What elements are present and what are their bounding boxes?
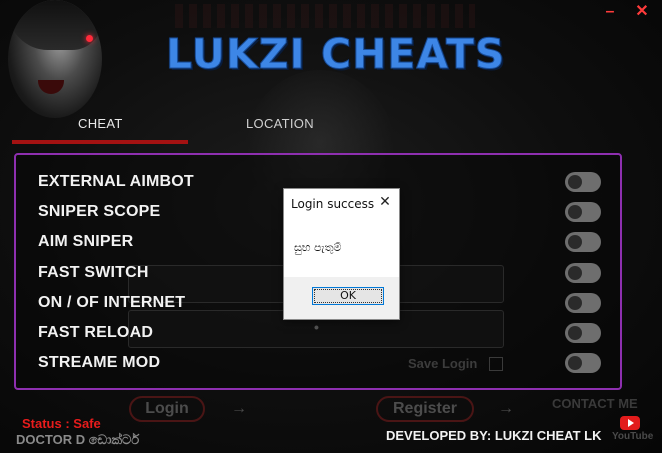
toggle-knob — [568, 266, 582, 280]
toggle-knob — [568, 205, 582, 219]
dialog-close-icon[interactable]: ✕ — [375, 192, 395, 212]
toggle-knob — [568, 296, 582, 310]
cheat-label-internet: ON / OF INTERNET — [38, 294, 186, 311]
save-login-label: Save Login — [408, 356, 478, 371]
dialog-footer: OK — [284, 277, 399, 319]
toggle-streame-mod[interactable] — [565, 353, 601, 373]
dialog-title: Login success — [291, 197, 375, 211]
avatar-mouth — [38, 80, 64, 94]
login-arrow-icon: → — [231, 400, 247, 417]
toggle-sniper-scope[interactable] — [565, 202, 601, 222]
toggle-fast-reload[interactable] — [565, 323, 601, 343]
doctor-text: DOCTOR D ඩොක්ටර් — [16, 432, 140, 447]
dialog-message: සුභ පැතුම් — [294, 241, 342, 254]
cheat-label-external-aimbot: EXTERNAL AIMBOT — [38, 173, 194, 190]
minimize-button[interactable]: – — [600, 2, 620, 22]
cheat-label-sniper-scope: SNIPER SCOPE — [38, 203, 161, 220]
login-button[interactable]: Login — [129, 396, 205, 422]
tab-cheat[interactable]: CHEAT — [78, 116, 123, 131]
toggle-knob — [568, 175, 582, 189]
tab-location[interactable]: LOCATION — [246, 116, 314, 131]
avatar-eye — [86, 35, 93, 42]
app-window: LUKZI CHEATS – ✕ CHEAT LOCATION • Save L… — [0, 0, 662, 453]
cheat-label-fast-reload: FAST RELOAD — [38, 324, 154, 341]
login-success-dialog: Login success ✕ සුභ පැතුම් OK — [283, 188, 400, 320]
cheat-label-aim-sniper: AIM SNIPER — [38, 233, 134, 250]
close-button[interactable]: ✕ — [632, 2, 652, 22]
password-mask: • — [314, 319, 319, 335]
developer-credit: DEVELOPED BY: LUKZI CHEAT LK — [386, 428, 602, 443]
toggle-internet[interactable] — [565, 293, 601, 313]
ok-button[interactable]: OK — [312, 287, 384, 305]
active-tab-indicator — [12, 140, 188, 144]
toggle-aim-sniper[interactable] — [565, 232, 601, 252]
toggle-fast-switch[interactable] — [565, 263, 601, 283]
toggle-knob — [568, 356, 582, 370]
toggle-knob — [568, 235, 582, 249]
status-text: Status : Safe — [22, 416, 101, 431]
cheat-label-fast-switch: FAST SWITCH — [38, 264, 149, 281]
brand-title: LUKZI CHEATS — [165, 30, 506, 79]
avatar-hair — [8, 0, 102, 50]
youtube-label: YouTube — [612, 431, 654, 442]
background-title-texture — [175, 4, 475, 28]
cheat-label-streame-mod: STREAME MOD — [38, 354, 161, 371]
toggle-knob — [568, 326, 582, 340]
save-login-checkbox[interactable] — [489, 357, 503, 371]
youtube-icon[interactable] — [620, 416, 640, 430]
register-arrow-icon: → — [498, 400, 514, 417]
toggle-external-aimbot[interactable] — [565, 172, 601, 192]
contact-me-label[interactable]: CONTACT ME — [552, 396, 638, 411]
avatar-logo — [8, 0, 102, 118]
register-button[interactable]: Register — [376, 396, 474, 422]
